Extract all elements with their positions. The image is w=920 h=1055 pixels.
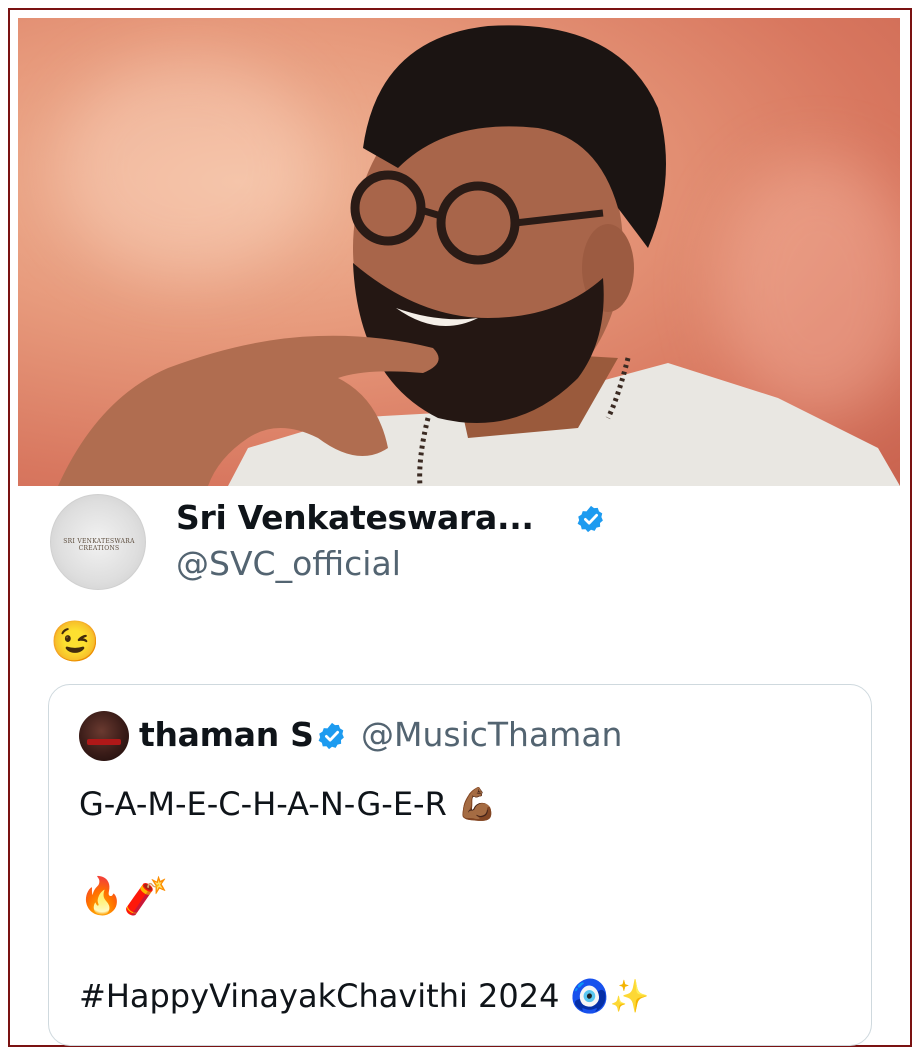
avatar[interactable]: SRI VENKATESWARA CREATIONS: [50, 494, 146, 590]
quoted-text-line-1: G-A-M-E-C-H-A-N-G-E-R 💪🏾: [79, 785, 497, 823]
portrait-photo: [58, 25, 900, 486]
post-image[interactable]: [18, 18, 900, 486]
quoted-hashtag-line[interactable]: #HappyVinayakChavithi 2024 🧿✨: [79, 977, 649, 1015]
quoted-post-card[interactable]: thaman S @MusicThaman G-A-M-E-C-H-A-N-G-…: [48, 684, 872, 1046]
verified-badge-icon: [577, 505, 603, 533]
author-display-name[interactable]: Sri Venkateswara...: [176, 498, 534, 537]
quoted-avatar[interactable]: [79, 711, 129, 761]
author-handle[interactable]: @SVC_official: [176, 544, 401, 583]
post-text: 😉: [50, 620, 100, 664]
verified-badge-icon: [318, 722, 344, 750]
post-author-header: SRI VENKATESWARA CREATIONS Sri Venkatesw…: [50, 494, 870, 590]
quoted-handle[interactable]: @MusicThaman: [361, 715, 622, 754]
quoted-text-line-2: 🔥🧨: [79, 876, 169, 917]
avatar-logo-text: SRI VENKATESWARA CREATIONS: [63, 538, 135, 552]
quoted-display-name[interactable]: thaman S: [139, 715, 314, 754]
